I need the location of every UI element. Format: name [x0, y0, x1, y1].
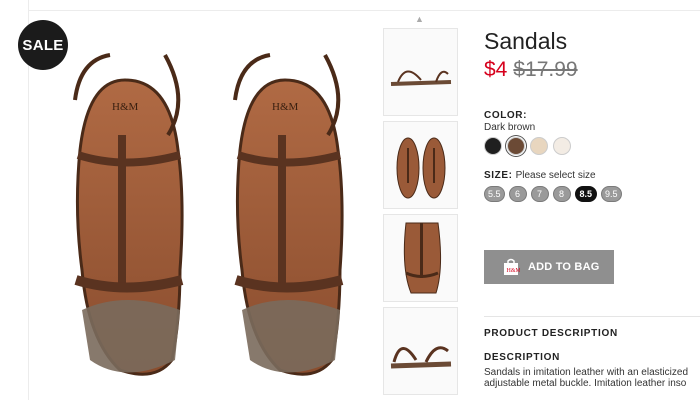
product-title: Sandals	[484, 28, 568, 54]
svg-text:H&M: H&M	[272, 101, 299, 113]
sandal-side-icon	[390, 70, 451, 86]
thumbnail-top-view[interactable]	[383, 121, 458, 209]
sandal-pair-icon	[396, 137, 445, 198]
section-divider	[484, 316, 700, 317]
shopping-bag-icon: H&M	[502, 258, 520, 276]
original-price: $17.99	[513, 58, 578, 81]
thumbnail-list	[383, 28, 458, 400]
thumbnails-up-arrow-icon[interactable]: ▲	[415, 14, 424, 24]
color-swatch[interactable]	[484, 137, 502, 155]
left-sandal: H&M	[73, 53, 184, 376]
thumbnail-closeup[interactable]	[383, 214, 458, 302]
description-line: adjustable metal buckle. Imitation leath…	[484, 378, 687, 389]
main-product-image[interactable]: H&M H&M	[40, 40, 370, 385]
size-label: SIZE:	[484, 170, 513, 181]
top-divider	[28, 10, 700, 11]
thumbnail-side-view[interactable]	[383, 28, 458, 116]
thumbnail-angle-view[interactable]	[383, 307, 458, 395]
svg-text:H&M: H&M	[507, 268, 521, 274]
size-option[interactable]: 8.5	[574, 186, 598, 202]
description-line: Sandals in imitation leather with an ela…	[484, 367, 688, 378]
color-swatch[interactable]	[553, 137, 571, 155]
svg-text:H&M: H&M	[112, 101, 139, 113]
add-to-bag-button[interactable]: H&M ADD TO BAG	[484, 250, 614, 284]
price: $4 $17.99	[484, 58, 578, 82]
color-swatches	[484, 137, 576, 155]
size-option[interactable]: 7	[530, 186, 549, 202]
product-description-heading[interactable]: PRODUCT DESCRIPTION	[484, 328, 618, 339]
color-swatch[interactable]	[507, 137, 525, 155]
sandal-angle-icon	[390, 346, 451, 369]
size-row: SIZE: Please select size	[484, 170, 596, 181]
size-hint: Please select size	[515, 170, 596, 181]
size-options: 5.5 6 7 8 8.5 9.5	[484, 186, 626, 202]
size-option[interactable]: 5.5	[484, 186, 505, 202]
sandal-closeup-icon	[403, 222, 441, 294]
selected-color: Dark brown	[484, 122, 536, 133]
right-sandal: H&M	[233, 53, 344, 376]
description-text: Sandals in imitation leather with an ela…	[484, 367, 700, 389]
size-option[interactable]: 8	[552, 186, 571, 202]
size-option[interactable]: 6	[508, 186, 527, 202]
add-to-bag-label: ADD TO BAG	[528, 261, 600, 273]
product-page: SALE H&M H&M ▲ Sandals $4 $17.99 COLOR: …	[0, 0, 700, 400]
description-subheading: DESCRIPTION	[484, 352, 561, 363]
sale-price: $4	[484, 58, 508, 81]
color-swatch[interactable]	[530, 137, 548, 155]
color-label: COLOR:	[484, 110, 528, 121]
size-option[interactable]: 9.5	[601, 186, 622, 202]
